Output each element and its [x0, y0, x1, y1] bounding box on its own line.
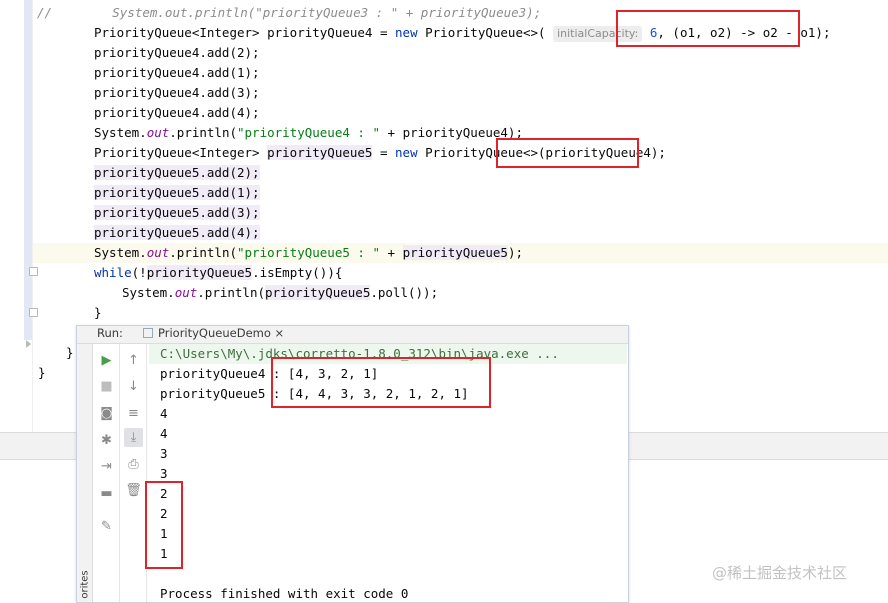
- clear-all-icon[interactable]: 🗑: [124, 481, 143, 500]
- fold-toggle-icon[interactable]: [29, 267, 38, 276]
- code-line: priorityQueue4.add(4);: [94, 105, 260, 120]
- run-config-tab[interactable]: PriorityQueueDemo ×: [143, 326, 284, 340]
- run-toolbar-primary: ▶ ■ ◙ ✱ ⇥ ▬ ✎: [93, 344, 120, 602]
- code-line: }: [38, 365, 46, 380]
- console-line: 2: [160, 506, 168, 521]
- code-line: priorityQueue5.add(1);: [94, 185, 260, 200]
- run-tool-window[interactable]: Run: PriorityQueueDemo × orites ▶ ■ ◙ ✱ …: [76, 325, 629, 603]
- code-line: priorityQueue4.add(3);: [94, 85, 260, 100]
- code-line: priorityQueue5.add(4);: [94, 225, 260, 240]
- code-line: priorityQueue5.add(3);: [94, 205, 260, 220]
- code-line-print-pq5: System.out.println("priorityQueue5 : " +…: [94, 245, 523, 260]
- console-line: 2: [160, 486, 168, 501]
- print-icon[interactable]: ⎙: [124, 455, 143, 474]
- rerun-icon[interactable]: ▶: [97, 351, 116, 370]
- favorites-side-tab[interactable]: orites: [77, 344, 93, 602]
- console-line: priorityQueue5 : [4, 4, 3, 3, 2, 1, 2, 1…: [160, 386, 469, 401]
- run-toolbar-secondary: ↑ ↓ ≡ ⤓ ⎙ 🗑: [120, 344, 147, 602]
- code-line: priorityQueue4.add(1);: [94, 65, 260, 80]
- code-line-poll: System.out.println(priorityQueue5.poll()…: [122, 285, 439, 300]
- console-line: priorityQueue4 : [4, 3, 2, 1]: [160, 366, 379, 381]
- console-line: 1: [160, 546, 168, 561]
- run-config-tab-label: PriorityQueueDemo: [158, 326, 271, 340]
- exit-icon[interactable]: ⇥: [97, 457, 116, 476]
- change-marker: [24, 0, 32, 340]
- code-line: priorityQueue5.add(2);: [94, 165, 260, 180]
- run-header: Run: PriorityQueueDemo ×: [77, 326, 628, 344]
- console-output[interactable]: C:\Users\My\.jdks\corretto-1.8.0_312\bin…: [149, 344, 627, 602]
- debug-settings-icon[interactable]: ✱: [97, 431, 116, 450]
- scroll-to-end-icon[interactable]: ⤓: [124, 428, 143, 447]
- code-line: }: [66, 345, 74, 360]
- watermark: @稀土掘金技术社区: [712, 564, 848, 582]
- code-line-while: while(!priorityQueue5.isEmpty()){: [94, 265, 343, 280]
- code-line-pq5-decl: PriorityQueue<Integer> priorityQueue5 = …: [94, 145, 666, 160]
- code-line: }: [94, 305, 102, 320]
- console-line: 3: [160, 446, 168, 461]
- pin-icon[interactable]: ✎: [97, 517, 116, 536]
- parameter-hint: initialCapacity:: [553, 26, 643, 42]
- console-exit-line: Process finished with exit code 0: [160, 586, 409, 601]
- code-line-pq4-decl: PriorityQueue<Integer> priorityQueue4 = …: [94, 25, 831, 42]
- console-line: 4: [160, 406, 168, 421]
- console-command-line: C:\Users\My\.jdks\corretto-1.8.0_312\bin…: [149, 344, 627, 364]
- console-line: 4: [160, 426, 168, 441]
- fold-toggle-icon[interactable]: [29, 308, 38, 317]
- code-line: priorityQueue4.add(2);: [94, 45, 260, 60]
- java-class-icon: [143, 328, 153, 338]
- stop-icon[interactable]: ■: [97, 377, 116, 396]
- scroll-down-icon[interactable]: ↓: [124, 377, 143, 396]
- code-line-comment: // System.out.println("priorityQueue3 : …: [37, 5, 542, 20]
- editor-gutter: [0, 0, 33, 432]
- soft-wrap-icon[interactable]: ≡: [124, 404, 143, 423]
- camera-icon[interactable]: ◙: [97, 404, 116, 423]
- fold-arrow-icon[interactable]: [26, 340, 31, 348]
- close-tab-icon[interactable]: ×: [275, 326, 285, 340]
- side-tab-label: orites: [79, 570, 91, 599]
- scroll-up-icon[interactable]: ↑: [124, 351, 143, 370]
- console-line: 3: [160, 466, 168, 481]
- layout-icon[interactable]: ▬: [97, 484, 116, 503]
- code-line-print-pq4: System.out.println("priorityQueue4 : " +…: [94, 125, 523, 140]
- console-line: 1: [160, 526, 168, 541]
- run-label: Run:: [97, 326, 123, 340]
